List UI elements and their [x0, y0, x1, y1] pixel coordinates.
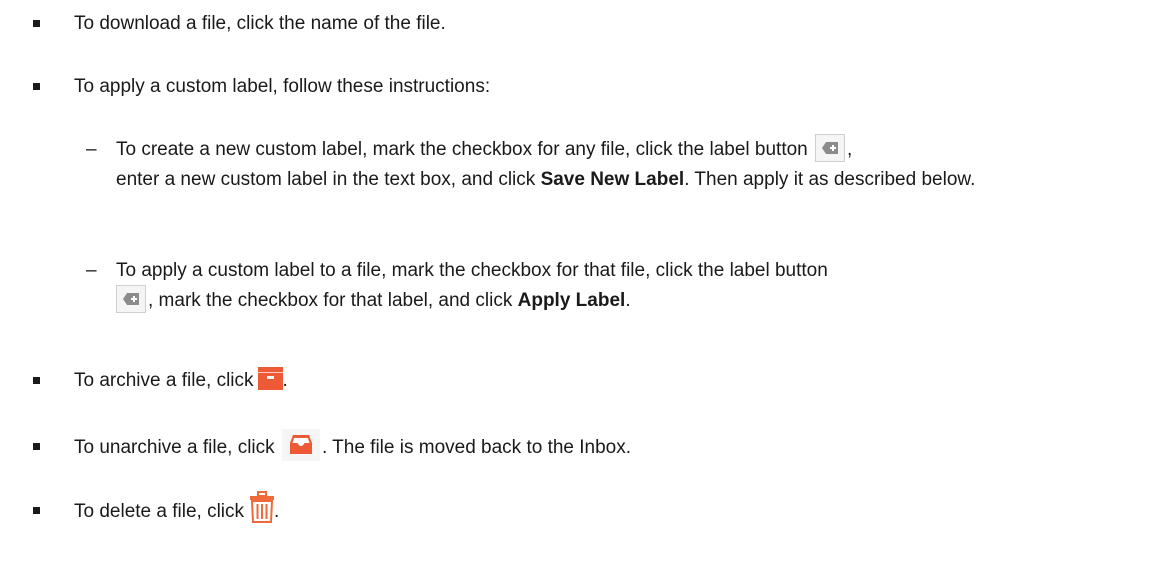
square-bullet — [33, 443, 40, 450]
square-bullet — [33, 83, 40, 90]
item-text: To apply a custom label, follow these in… — [74, 76, 491, 97]
sub-item-text: To create a new custom label, mark the c… — [116, 133, 1147, 195]
item-text: To download a file, click the name of th… — [74, 13, 446, 34]
label-tag-icon — [822, 141, 839, 154]
square-bullet — [33, 377, 40, 384]
apply-label-text: Apply Label — [517, 290, 626, 311]
square-bullet — [33, 20, 40, 27]
save-new-label-text: Save New Label — [540, 169, 685, 190]
item-text: To delete a file, click . — [74, 491, 1155, 528]
item-text: To archive a file, click. — [74, 366, 1155, 396]
label-button[interactable] — [116, 284, 146, 313]
label-tag-icon — [123, 292, 139, 305]
archive-box-icon[interactable] — [257, 367, 283, 391]
sub-item-text: To apply a custom label to a file, mark … — [116, 260, 828, 313]
inbox-tray-icon[interactable] — [281, 429, 320, 461]
trash-can-icon[interactable] — [250, 491, 275, 523]
dash-bullet: – — [86, 260, 97, 281]
dash-bullet: – — [86, 139, 97, 160]
label-button[interactable] — [815, 133, 846, 162]
item-text: To unarchive a file, click . The file is… — [74, 429, 1155, 464]
square-bullet — [33, 507, 40, 514]
